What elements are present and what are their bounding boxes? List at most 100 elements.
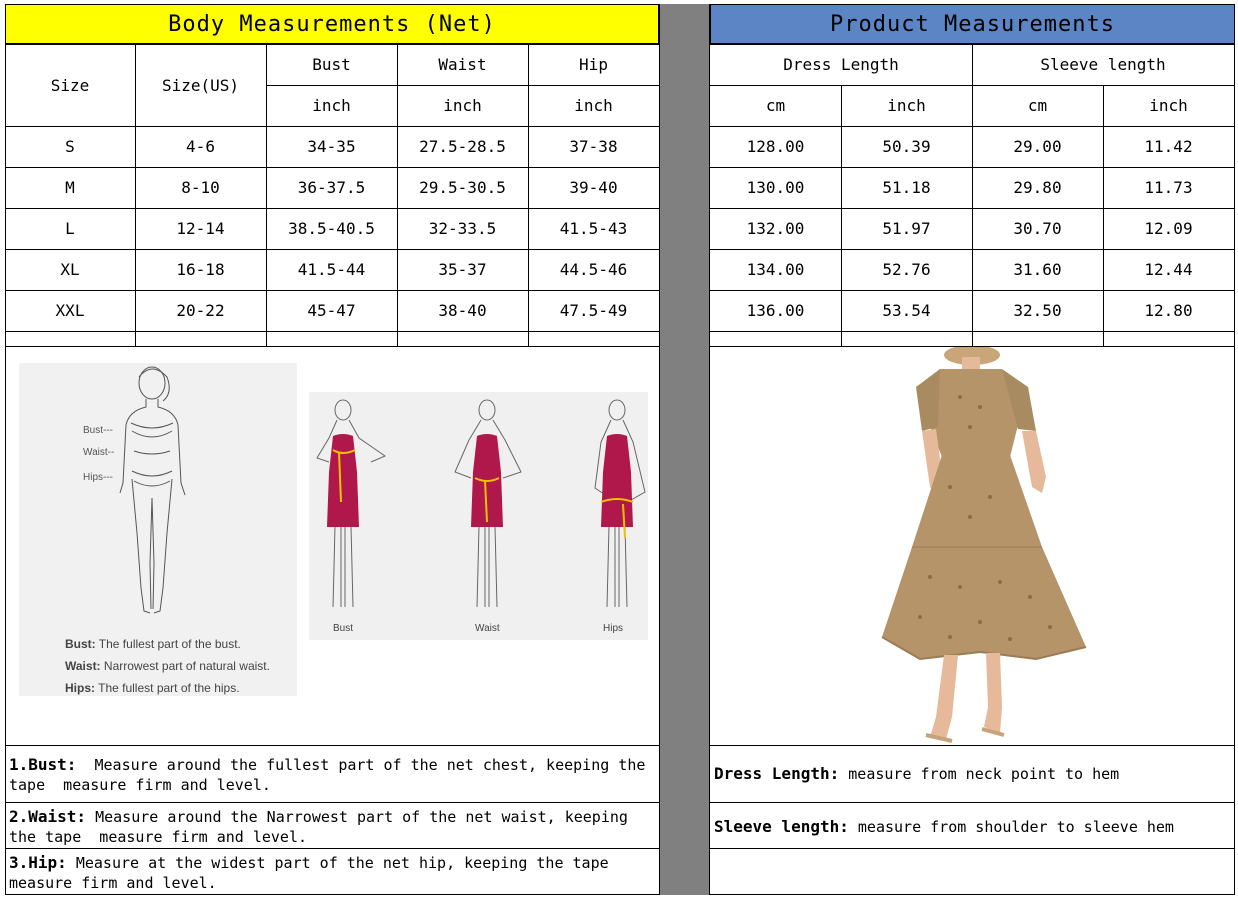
dress-cm-cell: 134.00 xyxy=(746,260,805,279)
product-photo xyxy=(860,345,1100,745)
header-dress-cm: cm xyxy=(765,96,786,115)
waist-cell: 35-37 xyxy=(438,260,487,279)
note-sleeve-length-text: measure from shoulder to sleeve hem xyxy=(848,818,1174,836)
sleeve-inch-cell: 12.09 xyxy=(1144,219,1193,238)
dress-inch-cell: 50.39 xyxy=(882,137,931,156)
caption-hips: Hips xyxy=(603,623,624,634)
sleeve-cm-cell: 30.70 xyxy=(1013,219,1062,238)
note-waist-line2: the tape measure firm and level. xyxy=(9,828,308,846)
header-dress-length: Dress Length xyxy=(783,55,899,74)
sleeve-inch-cell: 12.80 xyxy=(1144,301,1193,320)
sleeve-inch-cell: 12.44 xyxy=(1144,260,1193,279)
dress-cm-cell: 130.00 xyxy=(746,178,805,197)
legend-hips-term: Hips: xyxy=(65,681,95,695)
header-size-us: Size(US) xyxy=(161,75,240,95)
dress-cm-cell: 132.00 xyxy=(746,219,805,238)
dress-inch-cell: 51.97 xyxy=(882,219,931,238)
legend-hips: Hips: The fullest part of the hips. xyxy=(65,681,240,695)
sleeve-inch-cell: 11.73 xyxy=(1144,178,1193,197)
sleeve-inch-cell: 11.42 xyxy=(1144,137,1193,156)
caption-bust: Bust xyxy=(333,623,354,634)
note-bust-term: 1.Bust: xyxy=(9,755,77,774)
header-hip-unit: inch xyxy=(574,96,613,115)
header-sleeve-length: Sleeve length xyxy=(1040,55,1166,74)
bust-cell: 45-47 xyxy=(307,301,356,320)
body-measurements-title: Body Measurements (Net) xyxy=(168,11,496,37)
body-figure-illustration: Bust--- Waist-- Hips--- Bust: The fulles… xyxy=(19,363,297,696)
note-hip-line1: Measure at the widest part of the net hi… xyxy=(66,854,609,872)
note-waist: 2.Waist: Measure around the Narrowest pa… xyxy=(5,807,659,847)
size-us-cell: 4-6 xyxy=(186,137,215,156)
product-measurements-title: Product Measurements xyxy=(830,11,1115,37)
header-bust-unit: inch xyxy=(312,96,351,115)
figure-label-bust: Bust--- xyxy=(83,425,113,436)
legend-waist-term: Waist: xyxy=(65,659,101,673)
note-bust-line1: Measure around the fullest part of the n… xyxy=(76,756,646,774)
note-waist-term: 2.Waist: xyxy=(9,807,87,826)
header-bust: Bust xyxy=(312,55,351,74)
legend-waist: Waist: Narrowest part of natural waist. xyxy=(65,659,270,673)
note-sleeve-length: Sleeve length: measure from shoulder to … xyxy=(710,817,1235,837)
header-sleeve-cm: cm xyxy=(1027,96,1048,115)
mannequin-figures xyxy=(316,399,646,608)
header-size: Size xyxy=(50,75,90,95)
waist-cell: 27.5-28.5 xyxy=(419,137,506,156)
sleeve-cm-cell: 29.80 xyxy=(1013,178,1062,197)
size-cell: XL xyxy=(60,260,80,279)
figure-label-waist: Waist-- xyxy=(83,447,115,458)
header-dress-inch: inch xyxy=(887,96,926,115)
header-hip: Hip xyxy=(579,55,608,74)
center-divider xyxy=(659,4,710,895)
legend-bust-text: The fullest part of the bust. xyxy=(98,637,241,651)
waist-cell: 38-40 xyxy=(438,301,487,320)
note-bust: 1.Bust: Measure around the fullest part … xyxy=(5,755,659,795)
hip-cell: 47.5-49 xyxy=(559,301,628,320)
size-cell: M xyxy=(65,178,75,197)
bust-cell: 36-37.5 xyxy=(297,178,366,197)
dress-inch-cell: 53.54 xyxy=(882,301,931,320)
dress-cm-cell: 136.00 xyxy=(746,301,805,320)
sleeve-cm-cell: 32.50 xyxy=(1013,301,1062,320)
header-waist-unit: inch xyxy=(443,96,482,115)
waist-cell: 32-33.5 xyxy=(428,219,497,238)
header-waist: Waist xyxy=(438,55,487,74)
sleeve-cm-cell: 31.60 xyxy=(1013,260,1062,279)
sleeve-cm-cell: 29.00 xyxy=(1013,137,1062,156)
dress-mannequin-illustration: Bust Waist Hips xyxy=(309,392,648,640)
bust-cell: 41.5-44 xyxy=(297,260,366,279)
hip-cell: 44.5-46 xyxy=(559,260,628,279)
model-in-dress-image xyxy=(881,345,1087,743)
size-us-cell: 16-18 xyxy=(176,260,225,279)
legend-waist-text: Narrowest part of natural waist. xyxy=(103,659,270,673)
waist-cell: 29.5-30.5 xyxy=(419,178,506,197)
legend-bust: Bust: The fullest part of the bust. xyxy=(65,637,241,651)
note-hip-term: 3.Hip: xyxy=(9,853,67,872)
size-us-cell: 8-10 xyxy=(181,178,220,197)
caption-waist: Waist xyxy=(475,623,500,634)
figure-label-hips: Hips--- xyxy=(83,472,113,483)
dress-inch-cell: 51.18 xyxy=(882,178,931,197)
body-outline-figure xyxy=(119,366,186,614)
note-sleeve-length-term: Sleeve length: xyxy=(714,817,849,836)
hip-cell: 39-40 xyxy=(569,178,618,197)
note-hip-line2: measure firm and level. xyxy=(9,874,217,892)
bust-cell: 34-35 xyxy=(307,137,356,156)
legend-bust-term: Bust: xyxy=(65,637,96,651)
note-dress-length-term: Dress Length: xyxy=(714,764,840,783)
size-cell: S xyxy=(65,137,75,156)
note-waist-line1: Measure around the Narrowest part of the… xyxy=(86,808,628,826)
header-sleeve-inch: inch xyxy=(1149,96,1188,115)
legend-hips-text: The fullest part of the hips. xyxy=(98,681,240,695)
size-us-cell: 12-14 xyxy=(176,219,225,238)
note-dress-length-text: measure from neck point to hem xyxy=(839,765,1120,783)
note-dress-length: Dress Length: measure from neck point to… xyxy=(710,764,1235,784)
note-hip: 3.Hip: Measure at the widest part of the… xyxy=(5,853,659,893)
hip-cell: 37-38 xyxy=(569,137,618,156)
dress-inch-cell: 52.76 xyxy=(882,260,931,279)
note-bust-line2: tape measure firm and level. xyxy=(9,776,271,794)
product-measurements-header: Product Measurements xyxy=(710,4,1235,44)
size-us-cell: 20-22 xyxy=(176,301,225,320)
size-cell: L xyxy=(65,219,75,238)
dress-cm-cell: 128.00 xyxy=(746,137,805,156)
size-cell: XXL xyxy=(55,301,85,320)
